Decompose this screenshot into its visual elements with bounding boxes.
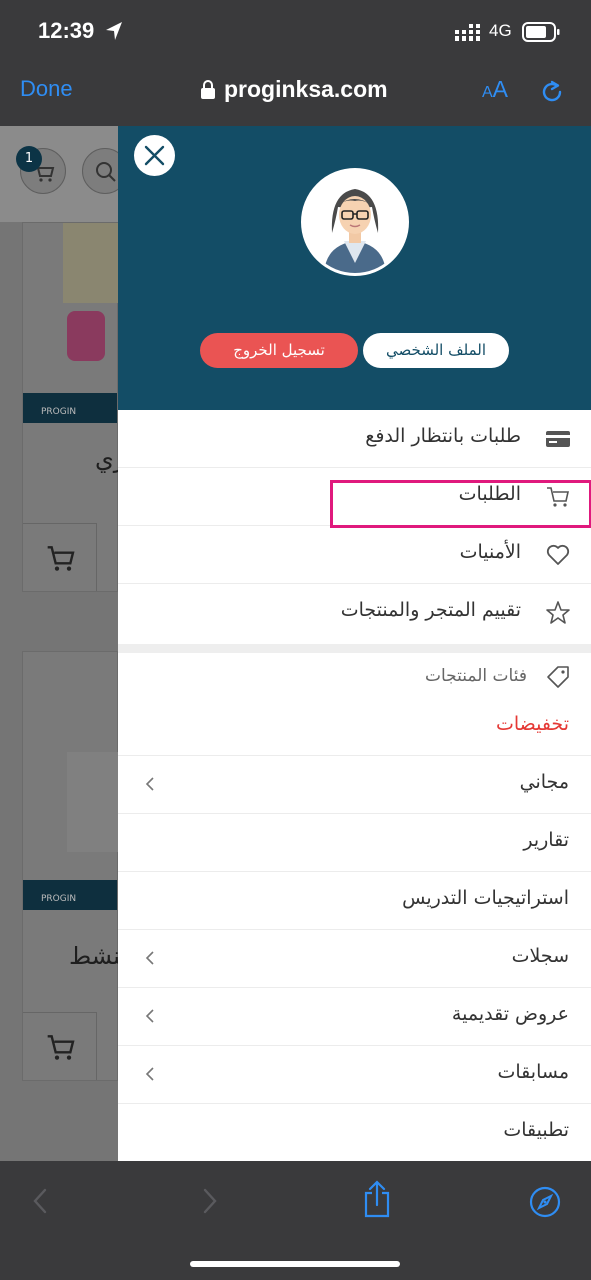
product-image	[67, 752, 119, 852]
menu-item-label: الأمنيات	[459, 541, 521, 563]
category-label: مسابقات	[497, 1061, 570, 1083]
star-icon	[546, 601, 570, 624]
side-drawer: الملف الشخصي تسجيل الخروج طلبات بانتظار …	[118, 126, 591, 1161]
chevron-left-icon[interactable]	[144, 950, 156, 966]
network-type: 4G	[489, 21, 512, 40]
compass-icon[interactable]	[528, 1185, 562, 1219]
chevron-left-icon[interactable]	[144, 776, 156, 792]
status-time: 12:39	[38, 18, 95, 43]
share-icon[interactable]	[362, 1179, 392, 1219]
category-label: تطبيقات	[503, 1119, 569, 1141]
text-size-button[interactable]: AA	[482, 76, 508, 103]
brand-text: PROGIN	[41, 407, 77, 417]
menu-item-rate-store[interactable]: تقييم المتجر والمنتجات	[118, 584, 591, 642]
add-to-cart-button[interactable]	[23, 523, 97, 591]
product-sticker	[67, 311, 105, 361]
category-label: مجاني	[519, 771, 569, 793]
category-presentations[interactable]: عروض تقديمية	[118, 988, 591, 1046]
close-icon	[144, 145, 165, 166]
category-free[interactable]: مجاني	[118, 756, 591, 814]
cart-icon	[47, 1035, 75, 1060]
product-brand-band: PROGIN	[23, 880, 117, 910]
menu-item-label: تقييم المتجر والمنتجات	[340, 599, 521, 621]
category-applications[interactable]: تطبيقات	[118, 1104, 591, 1161]
category-label: تخفيضات	[495, 713, 569, 735]
category-sale[interactable]: تخفيضات	[118, 698, 591, 756]
search-icon	[96, 162, 116, 182]
category-label: استراتيجيات التدريس	[402, 887, 569, 909]
home-indicator	[190, 1261, 400, 1267]
credit-card-icon	[546, 431, 570, 447]
tag-icon	[547, 666, 569, 688]
location-arrow-icon	[106, 22, 122, 40]
menu-item-pending-payment[interactable]: طلبات بانتظار الدفع	[118, 410, 591, 468]
reload-icon[interactable]	[538, 78, 566, 106]
logout-button[interactable]: تسجيل الخروج	[200, 333, 358, 368]
chevron-left-icon[interactable]	[144, 1066, 156, 1082]
brand-text: PROGIN	[41, 894, 77, 904]
status-bar: 12:39 4G	[0, 0, 591, 64]
menu-item-wishlist[interactable]: الأمنيات	[118, 526, 591, 584]
aa-big: A	[492, 76, 509, 102]
cart-count-badge: 1	[16, 146, 42, 172]
category-label: عروض تقديمية	[451, 1003, 569, 1025]
category-label: سجلات	[511, 945, 569, 967]
chevron-left-icon[interactable]	[144, 1008, 156, 1024]
category-reports[interactable]: تقارير	[118, 814, 591, 872]
category-records[interactable]: سجلات	[118, 930, 591, 988]
category-competitions[interactable]: مسابقات	[118, 1046, 591, 1104]
url-field[interactable]: proginksa.com	[200, 76, 388, 103]
category-teaching-strategies[interactable]: استراتيجيات التدريس	[118, 872, 591, 930]
drawer-header: الملف الشخصي تسجيل الخروج	[118, 126, 591, 410]
address-bar: Done proginksa.com AA	[0, 64, 591, 126]
avatar	[301, 168, 409, 276]
product-card[interactable]: PROGIN لنشط	[22, 651, 128, 1081]
menu-item-label: طلبات بانتظار الدفع	[365, 425, 521, 447]
battery-icon	[522, 22, 560, 42]
product-card[interactable]: PROGIN زي	[22, 222, 125, 592]
profile-button[interactable]: الملف الشخصي	[363, 333, 509, 368]
signal-icon	[455, 24, 480, 41]
add-to-cart-button[interactable]	[23, 1012, 97, 1080]
category-label: تقارير	[523, 829, 569, 851]
aa-small: A	[482, 84, 493, 101]
user-avatar-icon	[304, 171, 406, 273]
lock-icon	[201, 79, 215, 99]
done-button[interactable]: Done	[20, 76, 73, 102]
heart-icon	[546, 544, 570, 565]
back-arrow-icon[interactable]	[30, 1187, 50, 1215]
orders-highlight-box	[330, 480, 591, 528]
categories-label: فئات المنتجات	[425, 666, 527, 686]
url-text: proginksa.com	[224, 76, 388, 102]
close-drawer-button[interactable]	[134, 135, 175, 176]
forward-arrow-icon[interactable]	[200, 1187, 220, 1215]
product-brand-band: PROGIN	[23, 393, 117, 423]
categories-header: فئات المنتجات	[118, 653, 591, 699]
menu-divider	[118, 644, 591, 653]
cart-icon	[47, 546, 75, 571]
product-image	[63, 223, 119, 303]
